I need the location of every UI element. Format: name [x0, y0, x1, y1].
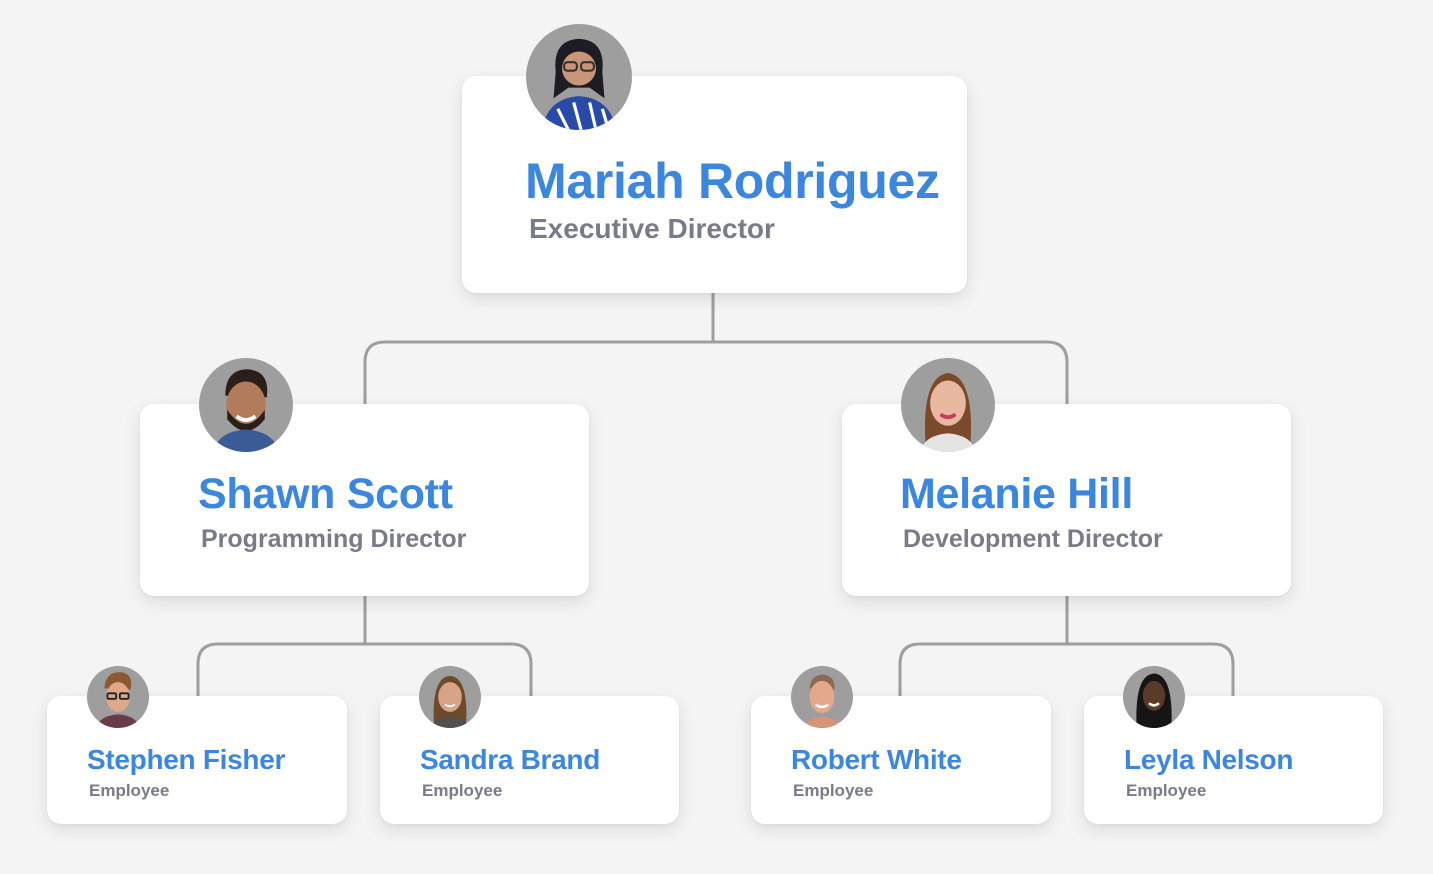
avatar-stephen-fisher [87, 666, 149, 728]
person-photo-icon [96, 672, 140, 728]
person-photo-icon [213, 369, 279, 452]
employee-name: Shawn Scott [198, 470, 453, 518]
connector-melanie-to-reports [898, 596, 1235, 696]
avatar-shawn-scott [199, 358, 293, 452]
avatar-robert-white [791, 666, 853, 728]
connector-shawn-to-reports [196, 596, 533, 696]
avatar-mariah-rodriguez [526, 24, 632, 130]
employee-name: Robert White [791, 744, 962, 775]
employee-role: Employee [89, 781, 170, 800]
avatar-leyla-nelson [1123, 666, 1185, 728]
employee-name: Mariah Rodriguez [525, 153, 940, 209]
employee-name: Stephen Fisher [87, 744, 286, 775]
person-photo-icon [541, 38, 617, 130]
person-photo-icon [1136, 673, 1172, 728]
employee-role: Employee [422, 781, 503, 800]
employee-name: Melanie Hill [900, 470, 1133, 518]
employee-name: Sandra Brand [420, 744, 600, 775]
employee-role: Development Director [903, 525, 1163, 553]
employee-role: Employee [1126, 781, 1207, 800]
employee-role: Executive Director [529, 213, 775, 244]
person-photo-icon [919, 373, 977, 452]
person-photo-icon [431, 675, 469, 728]
avatar-sandra-brand [419, 666, 481, 728]
person-photo-icon [803, 674, 841, 728]
avatar-melanie-hill [901, 358, 995, 452]
employee-role: Programming Director [201, 525, 467, 553]
employee-role: Employee [793, 781, 874, 800]
employee-name: Leyla Nelson [1124, 744, 1294, 775]
